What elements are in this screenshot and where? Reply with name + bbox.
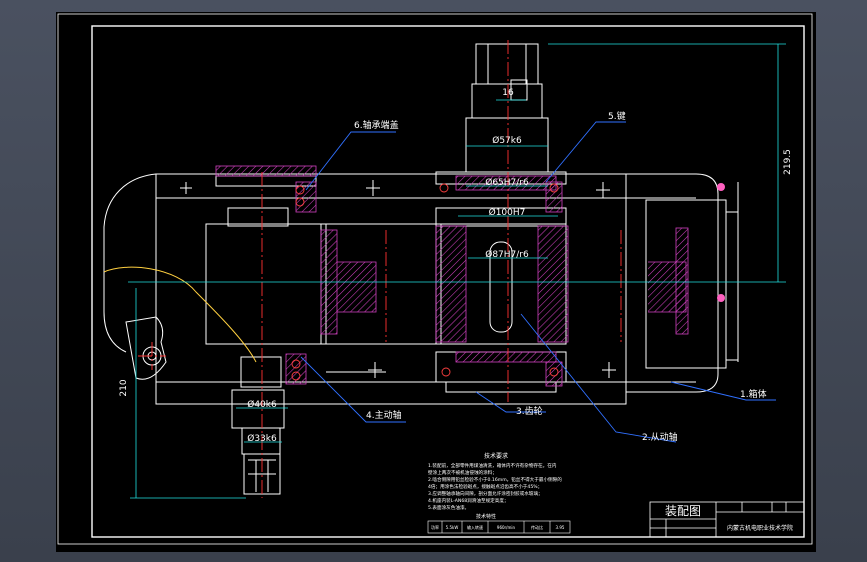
title-block-name: 装配图 xyxy=(665,504,701,518)
gearbox-housing xyxy=(103,43,739,495)
tech-table-title: 技术特性 xyxy=(476,513,496,520)
assembly-drawing: 16 Ø57k6 Ø65H7/r6 Ø100H7 Ø87H7/r6 Ø40k6 … xyxy=(57,13,813,545)
marker-dot xyxy=(717,183,725,191)
tech-note-line: 2.啮合侧隙用铅丝检验不小于0.16mm，铅丝不得大于最小侧隙的 xyxy=(428,476,562,483)
dim-bore: Ø100H7 xyxy=(489,207,526,218)
dim-key-width: 16 xyxy=(502,88,514,98)
tech-table-cell: 输入转速 xyxy=(467,524,483,530)
tech-note-line: 5.表面涂灰色油漆。 xyxy=(428,504,469,511)
tech-table-cell: 3.95 xyxy=(556,525,565,530)
dim-shaft-top: Ø57k6 xyxy=(492,135,522,146)
dim-input-dia2: Ø33k6 xyxy=(247,433,277,444)
tech-note-line: 4.机座内装L-AN68润滑油至规定高度； xyxy=(428,497,509,504)
tech-notes-title: 技术要求 xyxy=(484,452,508,460)
label-bearing-cap: 6.轴承端盖 xyxy=(354,119,399,131)
label-driven-shaft: 2.从动轴 xyxy=(642,431,678,443)
tech-notes: 技术要求 1.装配前，全部零件用煤油清洗，箱体内不许有杂物存在。在内 壁涂上两次… xyxy=(427,452,571,534)
tech-table-cell: 传动比 xyxy=(531,524,543,530)
marker-dot xyxy=(717,294,725,302)
dim-height-left: 210 xyxy=(119,379,129,396)
tech-note-line: 4倍；用涂色法检验斑点，接触斑点沿齿高不小于45%； xyxy=(428,483,542,490)
title-block: 装配图 内蒙古机电职业技术学院 xyxy=(649,501,805,538)
tech-note-line: 3.应调整轴承轴向间隙，剖分面允许涂密封胶或水玻璃； xyxy=(428,490,543,497)
dim-gear-fit: Ø87H7/r6 xyxy=(485,249,529,260)
title-block-school: 内蒙古机电职业技术学院 xyxy=(727,524,793,532)
label-key: 5.键 xyxy=(608,110,626,122)
tech-table-cell: 功率 xyxy=(431,524,439,530)
label-gear: 3.齿轮 xyxy=(516,405,543,417)
hatched-sections xyxy=(215,165,689,387)
tech-note-line: 1.装配前，全部零件用煤油清洗，箱体内不许有杂物存在。在内 xyxy=(428,462,557,469)
dim-input-dia: Ø40k6 xyxy=(247,399,277,410)
tech-table-cell: 960r/min xyxy=(497,525,516,530)
dim-height-right: 219.5 xyxy=(783,149,793,175)
label-casing: 1.箱体 xyxy=(740,388,767,400)
drawing-viewport[interactable]: 16 Ø57k6 Ø65H7/r6 Ø100H7 Ø87H7/r6 Ø40k6 … xyxy=(56,12,816,552)
label-driving-shaft: 4.主动轴 xyxy=(366,409,402,421)
dim-bearing-fit: Ø65H7/r6 xyxy=(485,177,529,188)
tech-note-line: 壁涂上两次不被机油侵蚀的涂料； xyxy=(428,469,497,476)
tech-table-cell: 5.5kW xyxy=(446,525,459,530)
